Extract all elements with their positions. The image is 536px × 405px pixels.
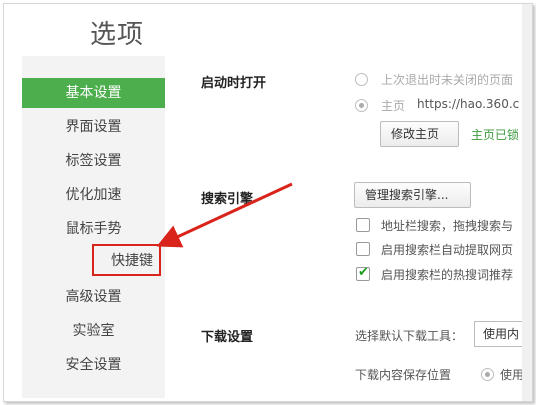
arrow-line [156, 182, 293, 248]
annotation-arrow [156, 182, 293, 248]
